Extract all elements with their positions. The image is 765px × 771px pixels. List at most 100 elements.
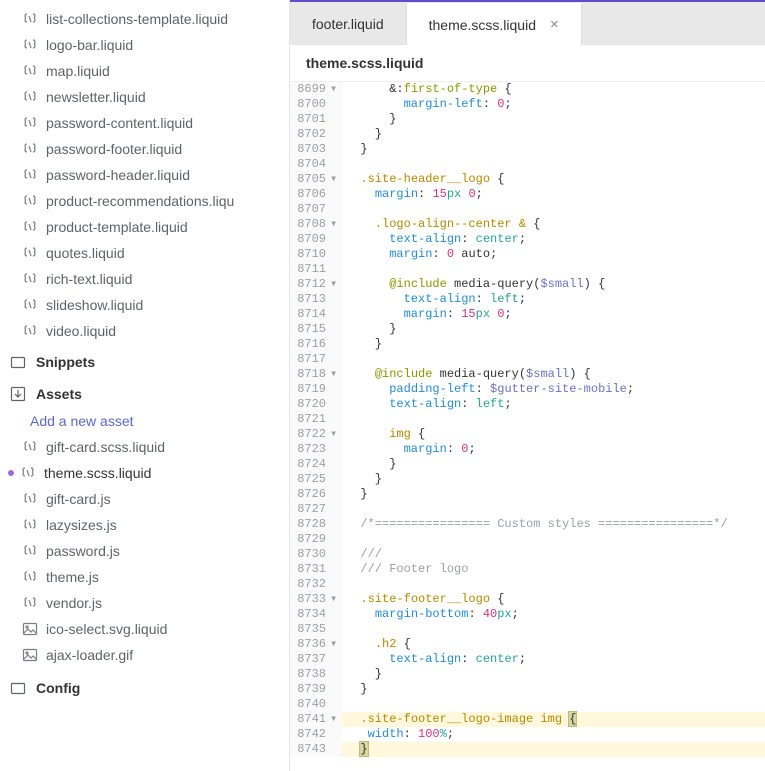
code-line[interactable]: 8711 [290,262,765,277]
sidebar-file[interactable]: gift-card.js [0,486,289,512]
fold-toggle[interactable]: ▾ [330,427,342,442]
close-icon[interactable]: × [550,17,559,32]
line-number: 8733 [290,592,330,607]
fold-toggle[interactable]: ▾ [330,217,342,232]
code-line[interactable]: 8733▾ .site-footer__logo { [290,592,765,607]
code-editor[interactable]: 8699▾ &:first-of-type {8700 margin-left:… [290,82,765,771]
code-line[interactable]: 8742 width: 100%; [290,727,765,742]
code-line[interactable]: 8704 [290,157,765,172]
code-line[interactable]: 8714 margin: 15px 0; [290,307,765,322]
code-line[interactable]: 8736▾ .h2 { [290,637,765,652]
sidebar-file[interactable]: theme.scss.liquid [0,460,289,486]
sidebar-file[interactable]: lazysizes.js [0,512,289,538]
liquid-icon [22,89,38,105]
sidebar-file[interactable]: gift-card.scss.liquid [0,434,289,460]
code-line[interactable]: 8741▾ .site-footer__logo-image img { [290,712,765,727]
code-line[interactable]: 8724 } [290,457,765,472]
code-line[interactable]: 8708▾ .logo-align--center & { [290,217,765,232]
code-line[interactable]: 8722▾ img { [290,427,765,442]
sidebar-file[interactable]: logo-bar.liquid [0,32,289,58]
sidebar-file[interactable]: product-recommendations.liqu [0,188,289,214]
code-line[interactable]: 8706 margin: 15px 0; [290,187,765,202]
sidebar-file[interactable]: password-content.liquid [0,110,289,136]
fold-toggle [330,487,342,502]
code-line[interactable]: 8715 } [290,322,765,337]
code-text [342,532,765,547]
code-line[interactable]: 8703 } [290,142,765,157]
code-line[interactable]: 8717 [290,352,765,367]
code-line[interactable]: 8718▾ @include media-query($small) { [290,367,765,382]
code-line[interactable]: 8723 margin: 0; [290,442,765,457]
line-number: 8742 [290,727,330,742]
sidebar-file[interactable]: newsletter.liquid [0,84,289,110]
add-asset-link[interactable]: Add a new asset [0,408,289,434]
sidebar-file[interactable]: password-footer.liquid [0,136,289,162]
code-line[interactable]: 8700 margin-left: 0; [290,97,765,112]
sidebar-file[interactable]: slideshow.liquid [0,292,289,318]
liquid-icon [22,219,38,235]
sidebar-file[interactable]: list-collections-template.liquid [0,6,289,32]
code-line[interactable]: 8729 [290,532,765,547]
fold-toggle[interactable]: ▾ [330,367,342,382]
code-line[interactable]: 8719 padding-left: $gutter-site-mobile; [290,382,765,397]
code-line[interactable]: 8716 } [290,337,765,352]
fold-toggle[interactable]: ▾ [330,172,342,187]
sidebar-file[interactable]: password-header.liquid [0,162,289,188]
code-line[interactable]: 8725 } [290,472,765,487]
section-config[interactable]: Config [0,668,289,702]
sidebar-file[interactable]: quotes.liquid [0,240,289,266]
code-line[interactable]: 8735 [290,622,765,637]
code-text: &:first-of-type { [342,82,765,97]
sidebar-file[interactable]: ico-select.svg.liquid [0,616,289,642]
sidebar-file[interactable]: theme.js [0,564,289,590]
sidebar-file[interactable]: rich-text.liquid [0,266,289,292]
code-line[interactable]: 8734 margin-bottom: 40px; [290,607,765,622]
sidebar-file[interactable]: password.js [0,538,289,564]
code-line[interactable]: 8732 [290,577,765,592]
fold-toggle[interactable]: ▾ [330,637,342,652]
code-line[interactable]: 8728 /*================ Custom styles ==… [290,517,765,532]
file-label: video.liquid [46,323,116,339]
code-line[interactable]: 8701 } [290,112,765,127]
fold-toggle [330,127,342,142]
file-label: password-footer.liquid [46,141,182,157]
sidebar-file[interactable]: map.liquid [0,58,289,84]
liquid-icon [22,193,38,209]
code-line[interactable]: 8740 [290,697,765,712]
sidebar-file[interactable]: video.liquid [0,318,289,344]
liquid-icon [22,37,38,53]
fold-toggle[interactable]: ▾ [330,277,342,292]
code-line[interactable]: 8726 } [290,487,765,502]
editor-tab[interactable]: theme.scss.liquid× [407,3,582,45]
code-line[interactable]: 8707 [290,202,765,217]
fold-toggle[interactable]: ▾ [330,82,342,97]
code-line[interactable]: 8737 text-align: center; [290,652,765,667]
fold-toggle [330,742,342,757]
sidebar-file[interactable]: vendor.js [0,590,289,616]
editor-tab[interactable]: footer.liquid [290,3,407,45]
code-line[interactable]: 8713 text-align: left; [290,292,765,307]
line-number: 8736 [290,637,330,652]
fold-toggle[interactable]: ▾ [330,592,342,607]
code-line[interactable]: 8743 } [290,742,765,757]
fold-toggle[interactable]: ▾ [330,712,342,727]
code-line[interactable]: 8727 [290,502,765,517]
sidebar-file[interactable]: ajax-loader.gif [0,642,289,668]
fold-toggle [330,607,342,622]
code-line[interactable]: 8710 margin: 0 auto; [290,247,765,262]
code-line[interactable]: 8705▾ .site-header__logo { [290,172,765,187]
code-line[interactable]: 8730 /// [290,547,765,562]
fold-toggle [330,352,342,367]
code-line[interactable]: 8720 text-align: left; [290,397,765,412]
code-line[interactable]: 8739 } [290,682,765,697]
code-line[interactable]: 8709 text-align: center; [290,232,765,247]
code-line[interactable]: 8702 } [290,127,765,142]
code-line[interactable]: 8731 /// Footer logo [290,562,765,577]
sidebar-file[interactable]: product-template.liquid [0,214,289,240]
section-assets[interactable]: Assets [0,376,289,408]
code-line[interactable]: 8699▾ &:first-of-type { [290,82,765,97]
section-snippets[interactable]: Snippets [0,344,289,376]
code-line[interactable]: 8738 } [290,667,765,682]
code-line[interactable]: 8712▾ @include media-query($small) { [290,277,765,292]
code-line[interactable]: 8721 [290,412,765,427]
